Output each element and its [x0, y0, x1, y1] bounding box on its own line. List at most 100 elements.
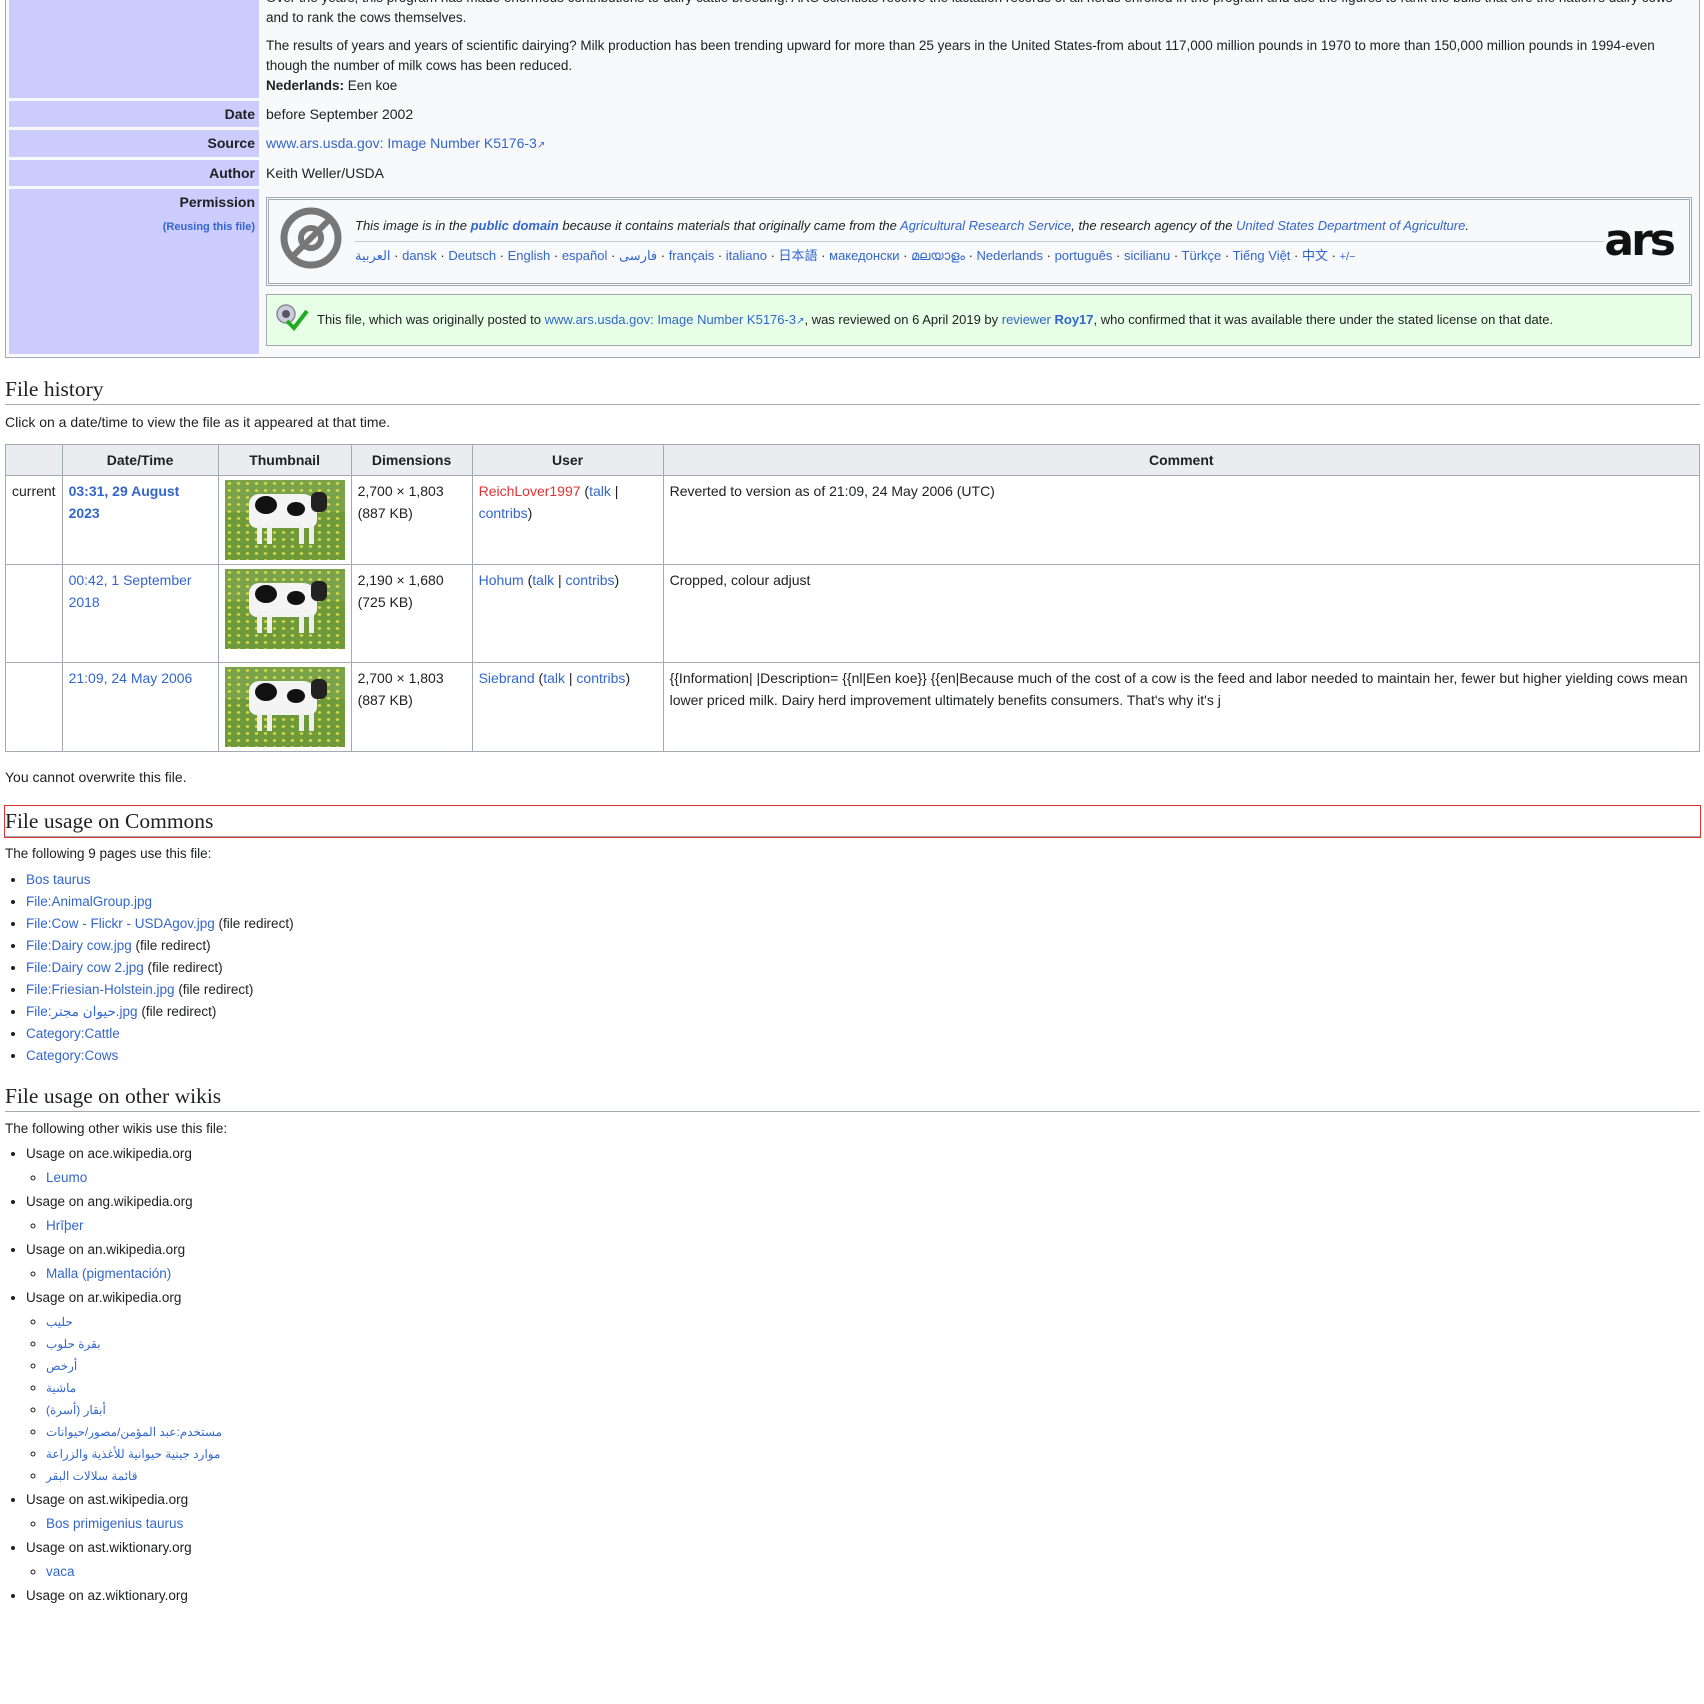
language-link[interactable]: français	[669, 248, 715, 263]
language-links: العربية · dansk · Deutsch · English · es…	[355, 242, 1604, 267]
usage-page-link[interactable]: File:AnimalGroup.jpg	[26, 894, 152, 909]
user-talk-link[interactable]: talk	[589, 483, 611, 499]
reviewer-link[interactable]: reviewer	[1002, 312, 1051, 327]
revision-thumbnail[interactable]	[224, 479, 345, 560]
user-link[interactable]: ReichLover1997	[479, 483, 581, 499]
reusing-this-file-link[interactable]: (Reusing this file)	[163, 221, 255, 233]
language-link[interactable]: العربية	[355, 248, 391, 263]
wiki-page-link[interactable]: Leumo	[46, 1170, 87, 1185]
dimensions-cell: 2,700 × 1,803 (887 KB)	[350, 661, 473, 752]
language-link[interactable]: македонски	[829, 248, 899, 263]
wiki-page-link[interactable]: Hrīþer	[46, 1218, 84, 1233]
revision-thumbnail[interactable]	[224, 666, 345, 747]
list-item: موارد جينية حيوانية للأغذية والزراعة	[46, 1443, 1700, 1465]
language-separator: ·	[1221, 247, 1233, 263]
wiki-usage-item: Usage on ang.wikipedia.org Hrīþer	[26, 1191, 1700, 1237]
usage-page-link[interactable]: Category:Cattle	[26, 1026, 120, 1041]
wiki-page-link[interactable]: أبقار (أسرة)	[46, 1403, 106, 1417]
permission-label-cell: Permission (Reusing this file)	[9, 189, 259, 355]
public-domain-link[interactable]: public domain	[471, 218, 559, 233]
wiki-page-link[interactable]: ماشية	[46, 1381, 76, 1395]
revision-thumbnail[interactable]	[224, 568, 345, 649]
review-source-link[interactable]: www.ars.usda.gov: Image Number K5176-3	[545, 312, 796, 327]
separator: |	[564, 669, 577, 686]
language-link[interactable]: മലയാളം	[911, 248, 965, 263]
language-link[interactable]: português	[1055, 248, 1113, 263]
user-talk-link[interactable]: talk	[532, 572, 554, 588]
column-header: Dimensions	[350, 443, 473, 476]
language-link[interactable]: italiano	[726, 248, 767, 263]
file-usage-other-intro: The following other wikis use this file:	[5, 1120, 228, 1136]
wiki-usage-item: Usage on an.wikipedia.org Malla (pigmenta…	[26, 1239, 1700, 1285]
usda-link[interactable]: United States Department of Agriculture	[1236, 218, 1465, 233]
language-separator: ·	[1290, 247, 1302, 263]
source-link[interactable]: www.ars.usda.gov: Image Number K5176-3	[266, 135, 537, 151]
usage-page-link[interactable]: Bos taurus	[26, 872, 91, 887]
author-value: Keith Weller/USDA	[262, 159, 1696, 187]
comment-cell: {{Information| |Description= {{nl|Een ko…	[662, 661, 1701, 752]
user-talk-link[interactable]: talk	[543, 670, 565, 686]
file-usage-commons-intro: The following 9 pages use this file:	[5, 846, 212, 862]
wiki-page-link[interactable]: موارد جينية حيوانية للأغذية والزراعة	[46, 1447, 220, 1461]
language-link[interactable]: Deutsch	[448, 248, 496, 263]
user-contribs-link[interactable]: contribs	[566, 572, 615, 588]
language-separator: ·	[390, 247, 403, 263]
language-link[interactable]: español	[562, 248, 608, 263]
language-separator: ·	[1043, 247, 1055, 263]
wiki-usage-label: Usage on az.wiktionary.org	[26, 1588, 188, 1604]
usage-page-link[interactable]: File:Dairy cow 2.jpg	[26, 960, 144, 975]
wiki-page-link[interactable]: vaca	[46, 1564, 75, 1579]
language-link[interactable]: Türkçe	[1182, 248, 1222, 263]
language-link[interactable]: فارسی	[619, 248, 657, 263]
revision-date-link[interactable]: 00:42, 1 September 2018	[69, 572, 192, 610]
usage-page-link[interactable]: File:Friesian-Holstein.jpg	[26, 982, 175, 997]
review-text-2: , was reviewed on 6 April 2019 by	[804, 311, 1002, 327]
file-history-table: Date/Time Thumbnail Dimensions User Comment …	[5, 443, 1701, 752]
date-value: before September 2002	[262, 101, 1696, 128]
revision-date-link[interactable]: 21:09, 24 May 2006	[69, 670, 193, 686]
usage-page-link[interactable]: Category:Cows	[26, 1048, 118, 1063]
wiki-page-list: vaca	[26, 1561, 1700, 1583]
column-header: Date/Time	[61, 443, 219, 476]
review-text-3: , who confirmed that it was available th…	[1093, 311, 1554, 327]
wiki-usage-label: Usage on an.wikipedia.org	[26, 1242, 186, 1258]
current-marker	[5, 661, 63, 752]
wiki-page-link[interactable]: قائمة سلالات البقر	[46, 1469, 137, 1483]
wiki-page-link[interactable]: Malla (pigmentación)	[46, 1266, 171, 1281]
language-link[interactable]: dansk	[402, 248, 437, 263]
language-link[interactable]: 日本語	[779, 248, 818, 263]
usage-page-link[interactable]: File:Dairy cow.jpg	[26, 938, 132, 953]
language-link[interactable]: 中文	[1302, 248, 1328, 263]
wiki-page-link[interactable]: بقرة حلوب	[46, 1337, 101, 1351]
usage-page-link[interactable]: File:حيوان مجتر.jpg	[26, 1004, 138, 1019]
external-link-icon: ↗	[536, 140, 546, 152]
list-item: قائمة سلالات البقر	[46, 1465, 1700, 1487]
usage-page-link[interactable]: File:Cow - Flickr - USDAgov.jpg	[26, 916, 215, 931]
language-link[interactable]: Nederlands	[977, 248, 1044, 263]
wiki-usage-label: Usage on ast.wikipedia.org	[26, 1492, 189, 1508]
user-link[interactable]: Hohum	[479, 572, 524, 588]
user-cell: ReichLover1997 (talk | contribs)	[471, 474, 664, 565]
revision-date-link[interactable]: 03:31, 29 August 2023	[69, 483, 180, 521]
language-link[interactable]: English	[508, 248, 551, 263]
wiki-page-link[interactable]: حليب	[46, 1315, 73, 1329]
reviewer-name-link[interactable]: Roy17	[1055, 312, 1094, 327]
file-usage-other-list: Usage on ace.wikipedia.orgLeumoUsage on …	[5, 1143, 1700, 1607]
language-link[interactable]: sicilianu	[1124, 248, 1170, 263]
pd-text-4: .	[1465, 218, 1469, 234]
language-link[interactable]: Tiếng Việt	[1233, 248, 1291, 263]
language-separator: ·	[1170, 247, 1182, 263]
wiki-page-link[interactable]: أرخص	[46, 1359, 77, 1373]
wiki-page-link[interactable]: مستخدم:عبد المؤمن/مصور/حيوانات	[46, 1425, 222, 1439]
language-separator: ·	[899, 247, 912, 263]
language-separator: ·	[817, 247, 830, 263]
user-contribs-link[interactable]: contribs	[576, 670, 625, 686]
language-link[interactable]: +/−	[1340, 251, 1356, 263]
usage-note: (file redirect)	[131, 937, 211, 953]
wiki-page-link[interactable]: Bos primigenius taurus	[46, 1516, 183, 1531]
language-separator: ·	[607, 247, 619, 263]
user-link[interactable]: Siebrand	[479, 670, 535, 686]
list-item: Malla (pigmentación)	[46, 1263, 1700, 1285]
user-contribs-link[interactable]: contribs	[479, 505, 528, 521]
ars-link[interactable]: Agricultural Research Service	[900, 218, 1071, 233]
